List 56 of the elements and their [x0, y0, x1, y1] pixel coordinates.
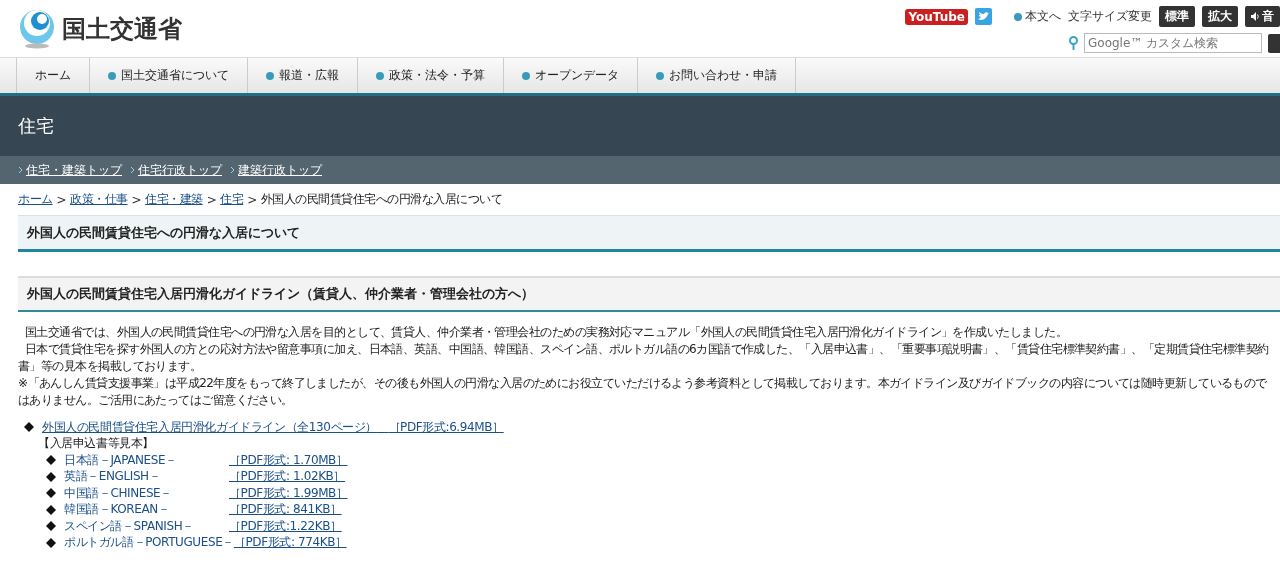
- voice-button[interactable]: 音: [1245, 6, 1280, 27]
- diamond-icon: [46, 455, 56, 466]
- chevron-icon: [130, 166, 135, 174]
- breadcrumb-separator: >: [56, 192, 67, 207]
- nav-item[interactable]: ホーム: [16, 58, 90, 93]
- nav-item[interactable]: お問い合わせ・申請: [638, 58, 796, 93]
- subnav-link[interactable]: 住宅・建築トップ: [18, 161, 122, 179]
- breadcrumb-link[interactable]: 住宅・建築: [145, 191, 203, 208]
- pdf-link[interactable]: 英語－ENGLISH－ ［PDF形式: 1.02KB］: [64, 468, 346, 486]
- page-category-title: 住宅: [18, 114, 54, 138]
- nav-item[interactable]: 国土交通省について: [90, 58, 248, 93]
- subnav-link[interactable]: 住宅行政トップ: [130, 161, 222, 179]
- logo-icon: [18, 8, 56, 49]
- subnav-link[interactable]: 建築行政トップ: [230, 161, 322, 179]
- breadcrumb-separator: >: [247, 192, 257, 207]
- bullet-icon: [1014, 12, 1022, 21]
- speaker-icon: [1251, 12, 1260, 21]
- chevron-icon: [18, 166, 23, 174]
- diamond-icon: [24, 422, 34, 433]
- youtube-link[interactable]: YouTube: [905, 8, 968, 25]
- pdf-link[interactable]: 中国語－CHINESE－ ［PDF形式: 1.99MB］: [64, 484, 348, 502]
- section-title: 外国人の民間賃貸住宅入居円滑化ガイドライン（賃貸人、仲介業者・管理会社の方へ）: [18, 276, 1280, 312]
- font-size-label: 文字サイズ変更: [1068, 8, 1152, 25]
- pin-icon: [1069, 36, 1078, 50]
- font-size-button[interactable]: 拡大: [1202, 6, 1238, 27]
- nav-item[interactable]: オープンデータ: [504, 58, 638, 93]
- breadcrumb-current: 外国人の民間賃貸住宅への円滑な入居について: [260, 191, 503, 208]
- pdf-link[interactable]: スペイン語－SPANISH－ ［PDF形式:1.22KB］: [64, 517, 342, 535]
- diamond-icon: [46, 537, 56, 548]
- search-field[interactable]: Google™ カスタム検索: [1084, 33, 1262, 53]
- breadcrumb-separator: >: [131, 192, 142, 207]
- diamond-icon: [46, 488, 56, 499]
- body-paragraph: 国土交通省では、外国人の民間賃貸住宅への円滑な入居を目的として、賃貸人、仲介業者・管理会社のための実務対応マニュアル「外国人の民間賃貸住宅入居円滑化ガイドライン」を作成いたしました。: [24, 324, 1068, 341]
- pdf-link[interactable]: 日本語－JAPANESE－ ［PDF形式: 1.70MB］: [64, 451, 348, 469]
- pdf-link[interactable]: 韓国語－KOREAN－ ［PDF形式: 841KB］: [64, 501, 342, 519]
- site-name: 国土交通省: [62, 13, 182, 45]
- bird-icon[interactable]: [975, 8, 992, 25]
- nav-item[interactable]: 政策・法令・予算: [358, 58, 504, 93]
- chevron-icon: [230, 166, 235, 174]
- body-paragraph: 日本で賃貸住宅を探す外国人の方との応対方法や留意事項に加え、日本語、英語、中国語、韓国語、スペイン語、ポルトガル語の6カ国語で作成した、「入居申込書」、「重要事項説明書」、「賃貸住宅標準契約書」、「定期賃貸住宅標準契約書」等の見本を掲載しております。: [18, 341, 1270, 375]
- diamond-icon: [46, 504, 56, 515]
- pdf-link[interactable]: ポルトガル語－PORTUGUESE－［PDF形式: 774KB］: [64, 534, 347, 552]
- page-title: 外国人の民間賃貸住宅への円滑な入居について: [18, 215, 1280, 252]
- breadcrumb-separator: >: [206, 192, 217, 207]
- breadcrumb-link[interactable]: 住宅: [220, 191, 244, 208]
- breadcrumb-link[interactable]: 政策・仕事: [70, 191, 128, 208]
- diamond-icon: [46, 471, 56, 482]
- samples-heading: 【入居申込書等見本】: [37, 435, 154, 453]
- body-paragraph: ※「あんしん賃貸支援事業」は平成22年度をもって終了しましたが、その後も外国人の円滑な入居のためにお役立ていただけるよう参考資料として掲載しております。本ガイドライン及びガイドブックの内容については随時更新しているものではありません。ご活用にあたってはご留意ください。: [18, 375, 1268, 409]
- nav-item[interactable]: 報道・広報: [248, 58, 358, 93]
- search-button[interactable]: [1268, 33, 1280, 53]
- breadcrumb-link[interactable]: ホーム: [18, 191, 53, 208]
- pdf-link[interactable]: 外国人の民間賃貸住宅入居円滑化ガイドライン（全130ページ） ［PDF形式:6.94MB］: [42, 418, 504, 436]
- skip-link[interactable]: 本文へ: [1014, 8, 1061, 25]
- font-size-button[interactable]: 標準: [1159, 6, 1195, 27]
- diamond-icon: [46, 521, 56, 532]
